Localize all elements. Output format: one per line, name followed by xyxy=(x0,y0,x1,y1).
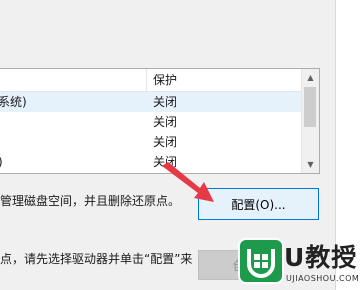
protection-status: 关闭 xyxy=(153,115,178,129)
column-header-protection[interactable]: 保护 xyxy=(153,69,177,91)
list-header: 保护 xyxy=(0,69,319,92)
watermark-url: UJIAOSHOU.COM xyxy=(286,274,360,283)
watermark-logo: U教授 UJIAOSHOU.COM xyxy=(238,238,360,290)
watermark-title: U教授 xyxy=(284,243,358,272)
create-description: 点，请先选择驱动器并单击“配置”来 xyxy=(0,252,193,266)
red-pointer-arrow-icon xyxy=(162,162,214,202)
protection-status: 关闭 xyxy=(153,135,178,149)
drive-name: ) xyxy=(0,152,3,172)
drive-row[interactable]: 关闭 xyxy=(0,112,319,132)
scrollbar-thumb[interactable] xyxy=(304,87,316,127)
vertical-scrollbar[interactable]: ▲ ▼ xyxy=(301,69,319,173)
scroll-down-arrow-icon[interactable]: ▼ xyxy=(302,156,319,173)
column-divider[interactable] xyxy=(146,69,147,91)
drive-name: 系统) xyxy=(0,95,27,109)
logo-badge-icon xyxy=(238,238,284,284)
ujiaoshou-emblem-icon xyxy=(247,249,275,278)
drive-row[interactable]: 关闭 xyxy=(0,132,319,152)
config-description: 管理磁盘空间，并且删除还原点。 xyxy=(0,194,181,208)
drive-protection-list[interactable]: 保护 系统) 关闭 关闭 关闭 ) 关闭 ▲ ▼ xyxy=(0,68,320,174)
scroll-up-arrow-icon[interactable]: ▲ xyxy=(302,69,319,86)
protection-status: 关闭 xyxy=(153,95,178,109)
drive-row[interactable]: 系统) 关闭 xyxy=(0,92,319,112)
